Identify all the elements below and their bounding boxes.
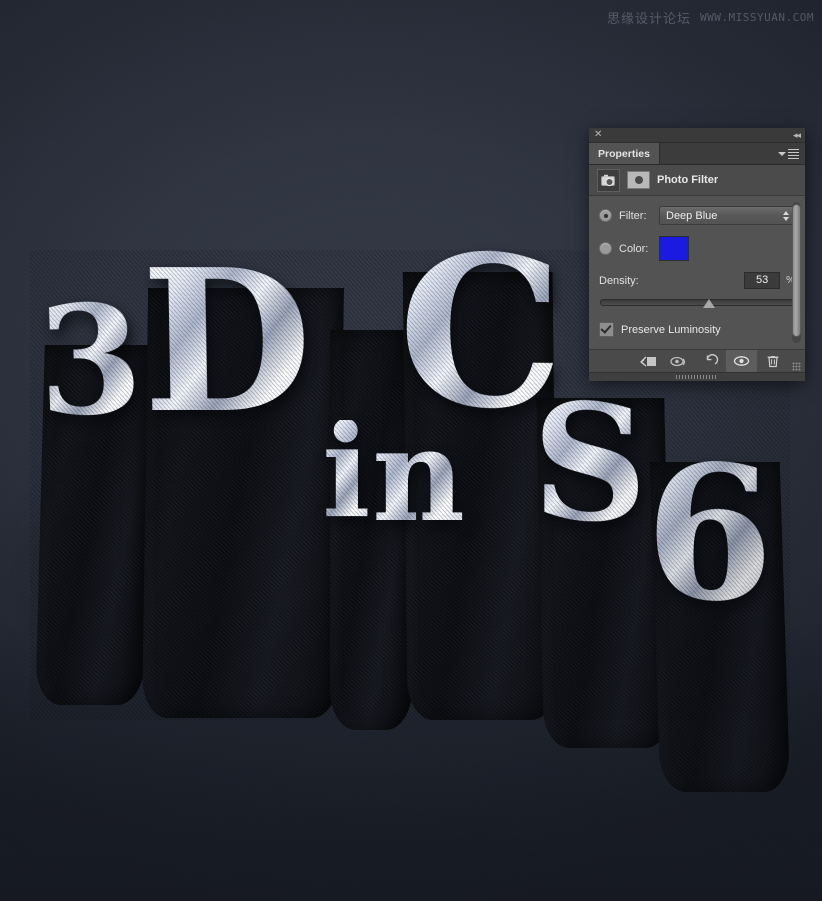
- mask-dot-icon: [634, 176, 643, 184]
- hamburger-icon: [788, 147, 799, 161]
- density-label: Density:: [599, 274, 639, 287]
- adjustment-header: Photo Filter: [589, 165, 805, 196]
- filter-select-value: Deep Blue: [666, 209, 718, 222]
- collapse-double-chevron-icon[interactable]: ◂◂: [793, 130, 801, 140]
- tab-properties-label: Properties: [598, 147, 650, 160]
- filter-row: Filter: Deep Blue: [589, 206, 805, 225]
- color-row: Color:: [589, 236, 805, 261]
- density-slider-handle[interactable]: [702, 299, 715, 308]
- panel-scrollbar[interactable]: [792, 202, 801, 343]
- clip-to-layer-icon[interactable]: [633, 350, 664, 372]
- delete-trash-icon[interactable]: [757, 350, 788, 372]
- resize-grip[interactable]: [788, 349, 803, 373]
- visibility-eye-icon[interactable]: [726, 350, 757, 372]
- view-previous-state-icon[interactable]: [664, 350, 695, 372]
- preserve-luminosity-checkbox[interactable]: [599, 322, 614, 337]
- artwork-glyph: D: [139, 227, 314, 457]
- filter-select[interactable]: Deep Blue: [659, 206, 795, 225]
- adjustment-title: Photo Filter: [657, 174, 719, 186]
- watermark: 思缘设计论坛 WWW.MISSYUAN.COM: [607, 8, 814, 27]
- artwork-glyph: S: [532, 366, 648, 560]
- artwork-glyph: 6: [645, 421, 774, 645]
- panel-menu-button[interactable]: [772, 143, 805, 164]
- watermark-url: WWW.MISSYUAN.COM: [700, 11, 814, 24]
- photo-filter-icon[interactable]: [597, 168, 620, 192]
- reset-icon[interactable]: [695, 350, 726, 372]
- density-slider-track[interactable]: [600, 299, 794, 306]
- properties-panel[interactable]: ✕ ◂◂ Properties Photo Filter Filter: Dee…: [589, 128, 805, 381]
- tab-row-spacer: [660, 143, 772, 164]
- artwork-glyph: 3: [34, 272, 146, 450]
- panel-scrollbar-thumb[interactable]: [792, 204, 801, 337]
- filter-label: Filter:: [619, 209, 647, 222]
- color-radio[interactable]: [599, 242, 612, 255]
- color-swatch[interactable]: [659, 236, 689, 261]
- preserve-luminosity-label: Preserve Luminosity: [621, 323, 721, 336]
- density-input[interactable]: 53: [744, 272, 781, 289]
- tab-properties[interactable]: Properties: [589, 143, 660, 164]
- close-icon[interactable]: ✕: [594, 130, 602, 140]
- screenshot-root: 3 D i n C S 6 思缘设计论坛 WWW.MISSYUAN.COM ✕ …: [0, 0, 822, 901]
- panel-footer: [589, 349, 805, 372]
- watermark-chinese: 思缘设计论坛: [607, 12, 692, 27]
- layer-mask-thumbnail[interactable]: [627, 171, 650, 189]
- preserve-luminosity-row[interactable]: Preserve Luminosity: [589, 322, 805, 337]
- artwork-glyph: i: [322, 397, 371, 547]
- density-row: Density: 53 %: [589, 272, 805, 289]
- filter-radio[interactable]: [599, 209, 612, 222]
- stepper-arrows-icon: [783, 210, 789, 221]
- chevron-down-icon: [778, 151, 786, 156]
- panel-drag-handle[interactable]: [589, 372, 805, 381]
- panel-titlebar[interactable]: ✕ ◂◂: [589, 128, 805, 143]
- density-slider[interactable]: [589, 295, 805, 309]
- color-label: Color:: [619, 242, 649, 255]
- panel-tab-row: Properties: [589, 143, 805, 165]
- panel-body: Filter: Deep Blue Color: Density: 53 % P…: [589, 196, 805, 349]
